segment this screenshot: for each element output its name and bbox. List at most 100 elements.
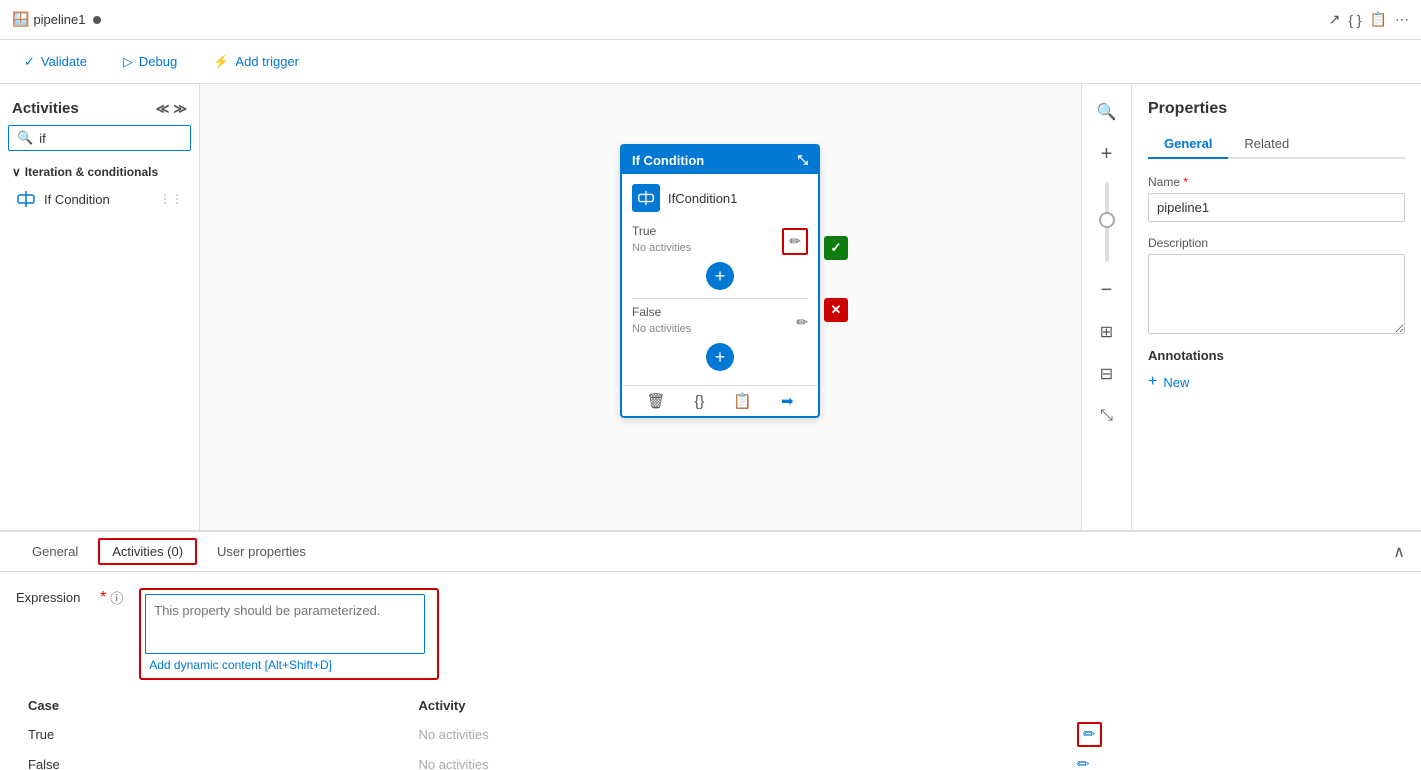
- add-trigger-button[interactable]: ⚡ Add trigger: [205, 50, 307, 74]
- if-card-body: True No activities ✏ + False No activiti…: [622, 218, 818, 385]
- zoom-in-button[interactable]: +: [1089, 136, 1125, 172]
- edit-true-cell: ✏: [1065, 719, 1405, 749]
- zoom-search-button[interactable]: 🔍: [1089, 94, 1125, 130]
- activity-header: Activity: [407, 692, 1065, 719]
- case-true: True: [16, 719, 407, 749]
- true-sub: No activities: [632, 242, 691, 254]
- false-indicator: ✕: [824, 298, 848, 322]
- sidebar-section[interactable]: ∨ Iteration & conditionals: [8, 161, 191, 183]
- unsaved-dot: [93, 16, 101, 24]
- table-row: True No activities ✏: [16, 719, 1405, 749]
- if-card-title-row: IfCondition1: [622, 174, 818, 218]
- description-textarea[interactable]: [1148, 254, 1405, 334]
- pipeline-title: pipeline1: [33, 12, 85, 27]
- tab-general[interactable]: General: [1148, 130, 1228, 159]
- clipboard-icon[interactable]: 📋: [1370, 11, 1387, 28]
- code-braces-icon[interactable]: {}: [694, 393, 704, 410]
- search-box: 🔍: [8, 125, 191, 151]
- main-content: Activities ≪ ≫ 🔍 ∨ Iteration & condition…: [0, 84, 1421, 530]
- edit-false-button[interactable]: ✏: [1077, 756, 1090, 770]
- collapse-button[interactable]: ∧: [1393, 542, 1405, 562]
- new-annotation-button[interactable]: + New: [1148, 371, 1405, 393]
- fit-view-button[interactable]: ⊞: [1089, 314, 1125, 350]
- trigger-icon: ⚡: [213, 54, 229, 70]
- copy-icon[interactable]: 📋: [733, 392, 752, 410]
- name-input[interactable]: [1148, 193, 1405, 222]
- tab-bottom-user-props[interactable]: User properties: [201, 536, 322, 569]
- if-condition-card-icon: [632, 184, 660, 212]
- case-activity-table: Case Activity True No activities ✏ False…: [16, 692, 1405, 770]
- case-header: Case: [16, 692, 407, 719]
- name-label: Name *: [1148, 175, 1405, 189]
- bottom-panel: General Activities (0) User properties ∧…: [0, 530, 1421, 770]
- if-card-footer: 🗑 {} 📋 ➡: [622, 385, 818, 416]
- properties-title: Properties: [1148, 100, 1405, 118]
- tab-bottom-activities[interactable]: Activities (0): [98, 538, 197, 565]
- edit-true-button[interactable]: ✏: [1077, 722, 1102, 747]
- false-section-row: False No activities ✏: [632, 305, 808, 339]
- if-condition-name: IfCondition1: [668, 191, 737, 206]
- collapse-icon-2[interactable]: ≫: [173, 101, 187, 117]
- expand-icon[interactable]: ↗: [1329, 11, 1341, 28]
- sidebar-collapse[interactable]: ≪ ≫: [156, 101, 187, 117]
- description-label: Description: [1148, 236, 1405, 250]
- case-false: False: [16, 749, 407, 770]
- true-indicator: ✓: [824, 236, 848, 260]
- if-condition-card: If Condition ⤡ IfCondition1 True No a: [620, 144, 820, 418]
- validate-icon: ✓: [24, 54, 35, 70]
- collapse-icon-1[interactable]: ≪: [156, 101, 170, 117]
- expression-label: Expression: [16, 590, 96, 605]
- delete-icon[interactable]: 🗑: [646, 392, 665, 410]
- window-icon: 🪟: [12, 11, 29, 28]
- sidebar-item-if-condition[interactable]: If Condition ⋮⋮: [8, 183, 191, 215]
- debug-button[interactable]: ▷ Debug: [115, 50, 185, 74]
- properties-tabs: General Related: [1148, 130, 1405, 159]
- true-add-button[interactable]: +: [706, 262, 734, 290]
- arrow-right-icon[interactable]: ➡: [781, 392, 794, 410]
- tab-related[interactable]: Related: [1228, 130, 1305, 159]
- expression-textarea[interactable]: [145, 594, 425, 654]
- properties-panel: Properties General Related Name * Descri…: [1131, 84, 1421, 530]
- false-sub: No activities: [632, 323, 691, 335]
- if-condition-icon: [16, 189, 36, 209]
- false-section: False No activities ✏ +: [632, 305, 808, 371]
- tab-bottom-general[interactable]: General: [16, 536, 94, 569]
- false-add-button[interactable]: +: [706, 343, 734, 371]
- activity-true: No activities: [407, 719, 1065, 749]
- activity-false: No activities: [407, 749, 1065, 770]
- zoom-out-button[interactable]: −: [1089, 272, 1125, 308]
- name-required: *: [1183, 175, 1188, 189]
- debug-icon: ▷: [123, 54, 133, 70]
- plus-icon: +: [1148, 373, 1157, 391]
- true-section-row: True No activities ✏: [632, 224, 808, 258]
- if-card-header-icons: ⤡: [798, 152, 808, 168]
- chevron-down-icon: ∨: [12, 165, 21, 179]
- validate-button[interactable]: ✓ Validate: [16, 50, 95, 74]
- zoom-slider[interactable]: [1105, 182, 1109, 262]
- canvas-area: If Condition ⤡ IfCondition1 True No a: [200, 84, 1081, 530]
- expand-button[interactable]: ⤡: [1089, 398, 1125, 434]
- true-edit-icon[interactable]: ✏: [782, 228, 808, 255]
- true-label: True: [632, 224, 691, 238]
- annotations-title: Annotations: [1148, 348, 1405, 363]
- card-side-icons: ✓ ✕: [824, 236, 848, 322]
- if-expand-icon[interactable]: ⤡: [798, 152, 808, 168]
- false-edit-icon[interactable]: ✏: [796, 314, 808, 331]
- zoom-slider-thumb[interactable]: [1099, 212, 1115, 228]
- if-card-header: If Condition ⤡: [622, 146, 818, 174]
- table-row: False No activities ✏: [16, 749, 1405, 770]
- edit-false-cell: ✏: [1065, 749, 1405, 770]
- top-bar: 🪟 pipeline1 ↗ { } 📋 ⋯: [0, 0, 1421, 40]
- card-divider: [632, 298, 808, 299]
- search-input[interactable]: [39, 131, 182, 146]
- code-icon[interactable]: { }: [1348, 12, 1361, 28]
- if-card-title: If Condition: [632, 153, 704, 168]
- minimap-button[interactable]: ⊟: [1089, 356, 1125, 392]
- drag-handle[interactable]: ⋮⋮: [159, 192, 183, 206]
- dynamic-content-link[interactable]: Add dynamic content [Alt+Shift+D]: [145, 654, 433, 674]
- more-icon[interactable]: ⋯: [1395, 11, 1409, 28]
- expression-box: Add dynamic content [Alt+Shift+D]: [139, 588, 439, 680]
- bottom-tabs: General Activities (0) User properties ∧: [0, 532, 1421, 572]
- search-icon: 🔍: [17, 130, 33, 146]
- if-condition-label: If Condition: [44, 192, 110, 207]
